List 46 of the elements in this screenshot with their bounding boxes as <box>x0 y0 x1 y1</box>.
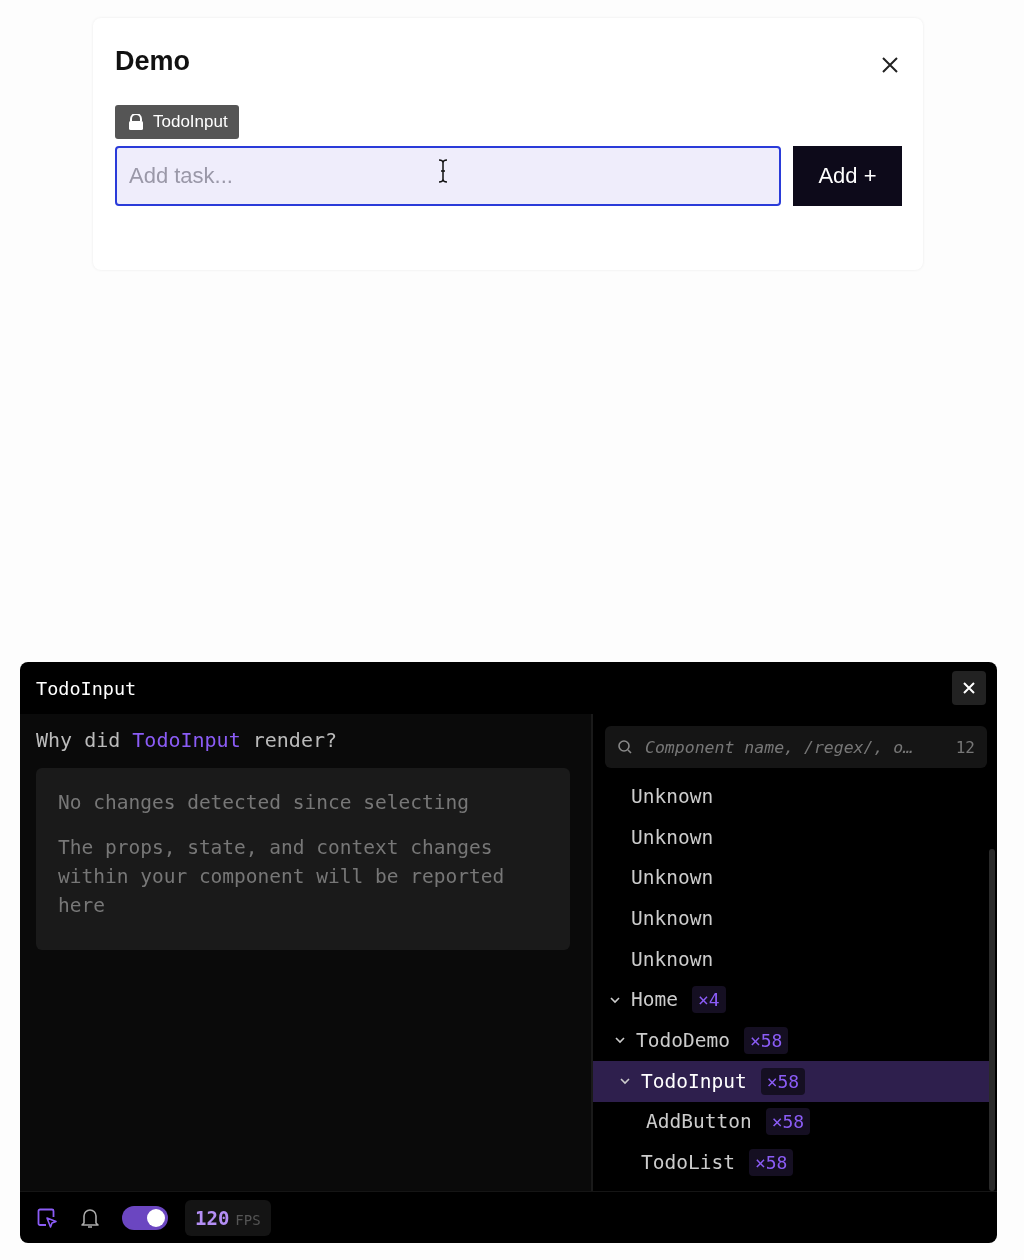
lock-icon <box>127 114 145 130</box>
add-button[interactable]: Add + <box>793 146 902 206</box>
fps-value: 120 <box>195 1206 230 1229</box>
component-name: Unknown <box>631 825 714 849</box>
component-name: TodoList <box>641 1151 735 1175</box>
toggle-switch[interactable] <box>122 1205 168 1230</box>
fps-unit: FPS <box>235 1211 261 1228</box>
component-name: Unknown <box>631 866 714 890</box>
component-name: Unknown <box>631 906 714 930</box>
info-message: No changes detected since selecting <box>58 790 470 816</box>
tree-item[interactable]: Unknown <box>593 816 989 858</box>
demo-title: Demo <box>115 46 190 77</box>
tree-item[interactable]: Unknown <box>593 776 989 817</box>
render-count: ×58 <box>760 1067 806 1095</box>
result-count: 12 <box>955 737 975 757</box>
panel-title: TodoInput <box>36 677 137 699</box>
inspect-icon[interactable] <box>36 1206 58 1229</box>
tree-item[interactable]: Unknown <box>593 857 989 899</box>
tree-item[interactable]: AddButton ×58 <box>593 1101 989 1143</box>
tree-item[interactable]: Home ×4 <box>593 979 989 1021</box>
tree-item[interactable]: TodoList ×58 <box>593 1142 989 1183</box>
render-count: ×58 <box>748 1149 794 1177</box>
tree-item[interactable]: TodoDemo ×58 <box>593 1020 989 1061</box>
close-icon[interactable] <box>962 681 976 695</box>
close-button[interactable] <box>952 671 986 705</box>
close-icon[interactable] <box>880 54 900 75</box>
component-name: TodoInput <box>153 112 228 132</box>
render-question: Why did TodoInput render? <box>36 728 339 752</box>
component-name: AddButton <box>646 1110 752 1134</box>
component-name: Home <box>631 988 678 1012</box>
render-count: ×4 <box>691 986 726 1014</box>
search-icon <box>617 739 633 755</box>
tree-item[interactable]: Unknown <box>593 938 989 980</box>
component-name: Unknown <box>631 784 714 808</box>
tree-item[interactable]: Unknown <box>593 898 989 939</box>
component-name: TodoDemo <box>636 1028 730 1052</box>
info-message: The props, state, and context changes within your component will be reported here <box>58 835 506 919</box>
search-input[interactable]: Component name, /regex/, o… <box>643 736 946 758</box>
tree-item[interactable]: TodoInput ×58 <box>593 1060 989 1102</box>
component-name: TodoInput <box>641 1069 747 1093</box>
component-name: Unknown <box>631 947 714 971</box>
search-field[interactable]: Component name, /regex/, o… 12 <box>605 726 987 768</box>
task-input[interactable]: Add task... <box>115 146 781 206</box>
render-count: ×58 <box>743 1026 789 1054</box>
text-cursor-icon <box>438 159 448 183</box>
render-count: ×58 <box>765 1108 811 1136</box>
